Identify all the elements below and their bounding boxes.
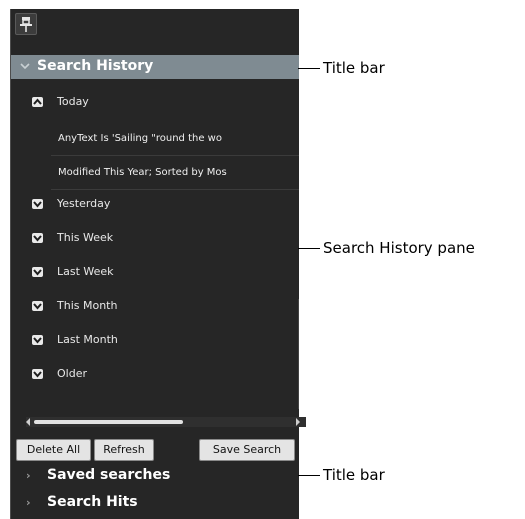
history-group-label: Today [57, 95, 89, 108]
search-history-title-bar[interactable]: Search History [11, 55, 299, 79]
callout-line-title-bar [298, 68, 320, 69]
history-group-6[interactable]: Older [11, 364, 299, 384]
horizontal-scrollbar[interactable] [26, 417, 306, 427]
search-history-title: Search History [37, 58, 154, 74]
history-group-3[interactable]: Last Week [11, 262, 299, 282]
history-group-label: This Month [57, 299, 118, 312]
search-hits-title-bar[interactable]: › Search Hits [11, 491, 299, 515]
pane-edge [298, 299, 299, 409]
callout-title-bar: Title bar [323, 59, 385, 77]
history-group-label: Yesterday [57, 197, 111, 210]
history-group-label: Older [57, 367, 87, 380]
chevron-down-icon[interactable] [32, 267, 43, 277]
callout-line-pane [298, 248, 320, 249]
history-group-label: Last Month [57, 333, 118, 346]
chevron-down-icon[interactable] [32, 335, 43, 345]
saved-searches-title-bar[interactable]: › Saved searches [11, 464, 299, 488]
chevron-down-icon[interactable] [32, 301, 43, 311]
save-search-button[interactable]: Save Search [199, 439, 295, 461]
search-hits-title: Search Hits [47, 494, 138, 510]
history-group-5[interactable]: Last Month [11, 330, 299, 350]
callout-line-title-bar-2 [298, 475, 320, 476]
history-group-4[interactable]: This Month [11, 296, 299, 316]
chevron-down-icon[interactable] [32, 199, 43, 209]
history-group-2[interactable]: This Week [11, 228, 299, 248]
chevron-right-icon: › [26, 469, 31, 482]
scrollbar-thumb[interactable] [34, 420, 183, 424]
scroll-left-icon[interactable] [26, 418, 30, 426]
refresh-button[interactable]: Refresh [94, 439, 154, 461]
history-group-1[interactable]: Yesterday [11, 194, 299, 214]
pin-button[interactable] [15, 13, 37, 35]
history-group-label: This Week [57, 231, 114, 244]
chevron-down-icon[interactable] [32, 233, 43, 243]
callout-pane: Search History pane [323, 239, 475, 257]
callout-title-bar-2: Title bar [323, 466, 385, 484]
history-item[interactable]: AnyText Is 'Sailing "round the wo [51, 124, 299, 156]
search-panel: Search History Today AnyText Is 'Sailing … [10, 9, 306, 519]
history-group-0[interactable]: Today [11, 92, 299, 112]
scroll-right-icon[interactable] [296, 418, 300, 426]
chevron-up-icon[interactable] [32, 97, 43, 107]
saved-searches-title: Saved searches [47, 467, 171, 483]
delete-all-button[interactable]: Delete All [16, 439, 91, 461]
history-item-label: Modified This Year; Sorted by Mos [58, 167, 227, 178]
history-item[interactable]: Modified This Year; Sorted by Mos [51, 158, 299, 190]
history-group-label: Last Week [57, 265, 114, 278]
history-item-label: AnyText Is 'Sailing "round the wo [58, 133, 222, 144]
chevron-down-icon [20, 63, 30, 70]
chevron-down-icon[interactable] [32, 369, 43, 379]
pushpin-icon [20, 17, 32, 32]
chevron-right-icon: › [26, 496, 31, 509]
